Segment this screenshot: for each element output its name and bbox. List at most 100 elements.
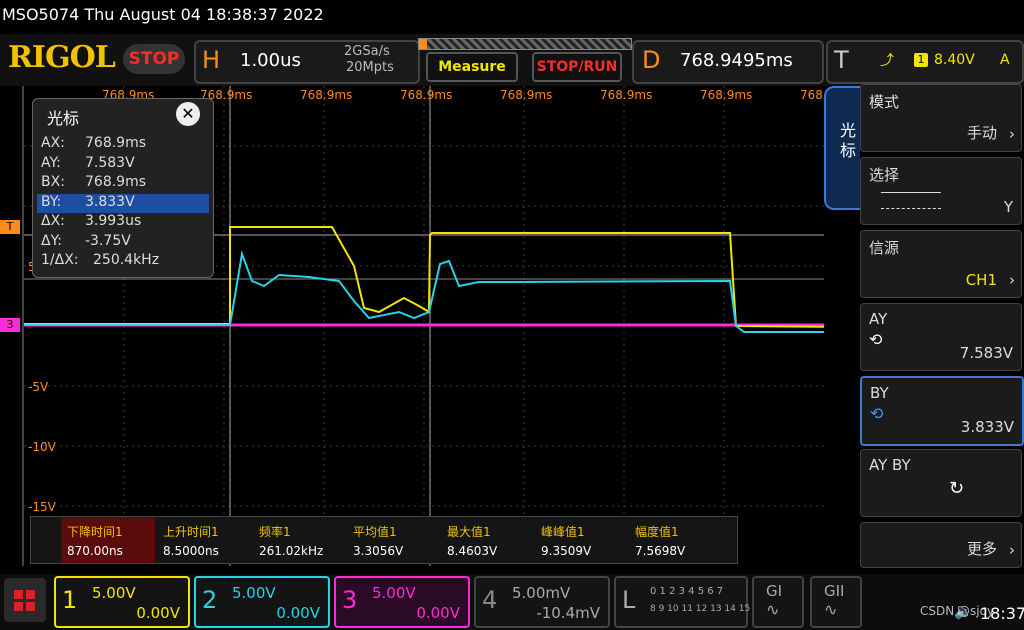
menu-mode[interactable]: 模式 手动 › xyxy=(860,84,1022,152)
rotate-icon: ↻ xyxy=(949,478,965,499)
measurement-value: 7.5698V xyxy=(635,544,686,558)
cursor-row-inv-dx: 1/ΔX: 250.4kHz xyxy=(37,252,209,272)
channel-4-panel[interactable]: 4 5.00mV -10.4mV xyxy=(474,576,610,628)
cursor-value: 250.4kHz xyxy=(93,252,160,268)
generator-2-label: GII xyxy=(824,582,845,600)
menu-by-value: 3.833V xyxy=(960,418,1014,436)
channel-3-panel[interactable]: 3 5.00V 0.00V xyxy=(334,576,470,628)
measurement-cell[interactable]: 幅度值1 7.5698V xyxy=(629,517,723,563)
cursor-key: BY: xyxy=(41,193,62,210)
sine-wave-icon: ∿ xyxy=(824,600,838,619)
measurement-label: 峰峰值1 xyxy=(541,525,585,539)
cursor-row-by: BY: 3.833V xyxy=(37,193,209,213)
menu-mode-value: 手动 xyxy=(966,124,997,142)
cursor-row-dx: ΔX: 3.993us xyxy=(37,213,209,233)
channel-4-scale: 5.00mV xyxy=(512,584,571,602)
trigger-level-marker[interactable]: T xyxy=(0,220,20,234)
grid-square xyxy=(14,602,23,611)
generator-2-button[interactable]: GII ∿ xyxy=(810,576,862,628)
stop-run-button[interactable]: STOP/RUN xyxy=(532,52,622,82)
menu-ayby[interactable]: AY BY ↻ xyxy=(860,449,1022,517)
channel-2-offset: 0.00V xyxy=(276,604,320,622)
menu-ay[interactable]: AY ⟲ 7.583V xyxy=(860,303,1022,371)
menu-grid-icon[interactable] xyxy=(4,578,46,622)
brand-logo: RIGOL xyxy=(8,40,116,75)
title-bar: MSO5074 Thu August 04 18:38:37 2022 xyxy=(0,0,1024,34)
delay-value: 768.9495ms xyxy=(680,50,793,71)
timebase-value: 1.00us xyxy=(240,50,301,71)
measurement-label: 下降时间1 xyxy=(67,525,123,539)
volt-label: -10V xyxy=(28,440,56,454)
logic-panel[interactable]: L 0 1 2 3 4 5 6 7 8 9 10 11 12 13 14 15 xyxy=(614,576,751,628)
measurement-cell[interactable]: 最大值1 8.4603V xyxy=(441,517,535,563)
channel-2-panel[interactable]: 2 5.00V 0.00V xyxy=(194,576,330,628)
memory-position-marker xyxy=(419,39,427,49)
cursor-row-ay: AY: 7.583V xyxy=(37,155,209,175)
menu-source-title: 信源 xyxy=(869,239,900,257)
run-state-badge: STOP xyxy=(123,44,185,74)
menu-ayby-title: AY BY xyxy=(869,456,911,474)
channel-4-offset: -10.4mV xyxy=(536,604,600,622)
trigger-panel[interactable]: T ⤴ 1 8.40V A xyxy=(826,40,1024,84)
time-label: 768.9ms xyxy=(400,88,453,102)
cursor-b-line-icon xyxy=(881,208,941,210)
cursor-value: 768.9ms xyxy=(85,174,147,190)
measurement-cell[interactable]: 下降时间1 870.00ns xyxy=(61,517,155,563)
time-label: 768.9ms xyxy=(300,88,353,102)
trigger-letter: T xyxy=(834,46,849,74)
grid-square xyxy=(14,590,23,599)
cursor-panel-title: 光标 xyxy=(47,109,80,128)
measurement-cell[interactable]: 频率1 261.02kHz xyxy=(253,517,347,563)
menu-select[interactable]: 选择 Y xyxy=(860,157,1022,225)
menu-select-value: Y xyxy=(1003,198,1013,216)
cursor-key: ΔY: xyxy=(41,232,62,249)
measurement-value: 3.3056V xyxy=(353,544,404,558)
close-icon[interactable]: ✕ xyxy=(176,102,200,126)
menu-more[interactable]: 更多 › xyxy=(860,522,1022,568)
cursor-key: 1/ΔX: xyxy=(41,252,79,268)
measurement-cell[interactable]: 上升时间1 8.5000ns xyxy=(157,517,251,563)
menu-select-title: 选择 xyxy=(869,166,900,184)
volt-label: -15V xyxy=(28,500,56,514)
measurement-label: 平均值1 xyxy=(353,525,397,539)
horizontal-panel[interactable]: H 1.00us 2GSa/s 20Mpts xyxy=(194,40,420,84)
channel-1-scale: 5.00V xyxy=(92,584,136,602)
measurement-bar: 下降时间1 870.00ns 上升时间1 8.5000ns 频率1 261.02kHz… xyxy=(30,516,738,564)
menu-mode-title: 模式 xyxy=(869,93,900,111)
measure-button[interactable]: Measure xyxy=(426,52,518,82)
chevron-right-icon: › xyxy=(1009,271,1015,289)
knob-icon: ⟲ xyxy=(870,404,884,423)
menu-by[interactable]: BY ⟲ 3.833V xyxy=(860,376,1024,446)
delay-panel[interactable]: D 768.9495ms xyxy=(632,40,824,84)
measurement-value: 9.3509V xyxy=(541,544,592,558)
logic-row-1: 0 1 2 3 4 5 6 7 xyxy=(650,586,724,597)
measurement-cell[interactable]: 峰峰值1 9.3509V xyxy=(535,517,629,563)
side-menu-tab[interactable]: 光标 xyxy=(824,86,860,210)
cursor-key: AX: xyxy=(41,135,65,151)
cursor-key: AY: xyxy=(41,154,61,171)
measurement-cell[interactable]: 平均值1 3.3056V xyxy=(347,517,441,563)
measurement-value: 261.02kHz xyxy=(259,544,324,558)
cursor-value: 3.993us xyxy=(85,213,142,229)
measurement-value: 8.4603V xyxy=(447,544,498,558)
time-label: 768.9ms xyxy=(700,88,753,102)
menu-source-value: CH1 xyxy=(965,271,997,289)
cursor-value: 768.9ms xyxy=(85,135,147,151)
clock: 18:37 xyxy=(980,604,1024,623)
speaker-icon[interactable]: 🔈 xyxy=(954,602,973,620)
cursor-a-line-icon xyxy=(881,192,941,193)
measurement-value: 870.00ns xyxy=(67,544,123,558)
channel-1-panel[interactable]: 1 5.00V 0.00V xyxy=(54,576,190,628)
channel-3-number: 3 xyxy=(342,586,358,614)
memory-depth: 20Mpts xyxy=(346,60,394,75)
channel-2-number: 2 xyxy=(202,586,218,614)
memory-position-bar[interactable] xyxy=(418,38,632,50)
menu-source[interactable]: 信源 CH1 › xyxy=(860,230,1022,298)
horizontal-letter: H xyxy=(202,46,221,74)
generator-1-button[interactable]: GI ∿ xyxy=(752,576,804,628)
logic-row-2: 8 9 10 11 12 13 14 15 xyxy=(650,604,751,614)
chevron-right-icon: › xyxy=(1009,125,1015,143)
ch3-offset-marker[interactable]: 3 xyxy=(0,318,20,332)
knob-icon: ⟲ xyxy=(869,330,883,349)
trigger-edge-icon: ⤴ xyxy=(880,53,894,69)
